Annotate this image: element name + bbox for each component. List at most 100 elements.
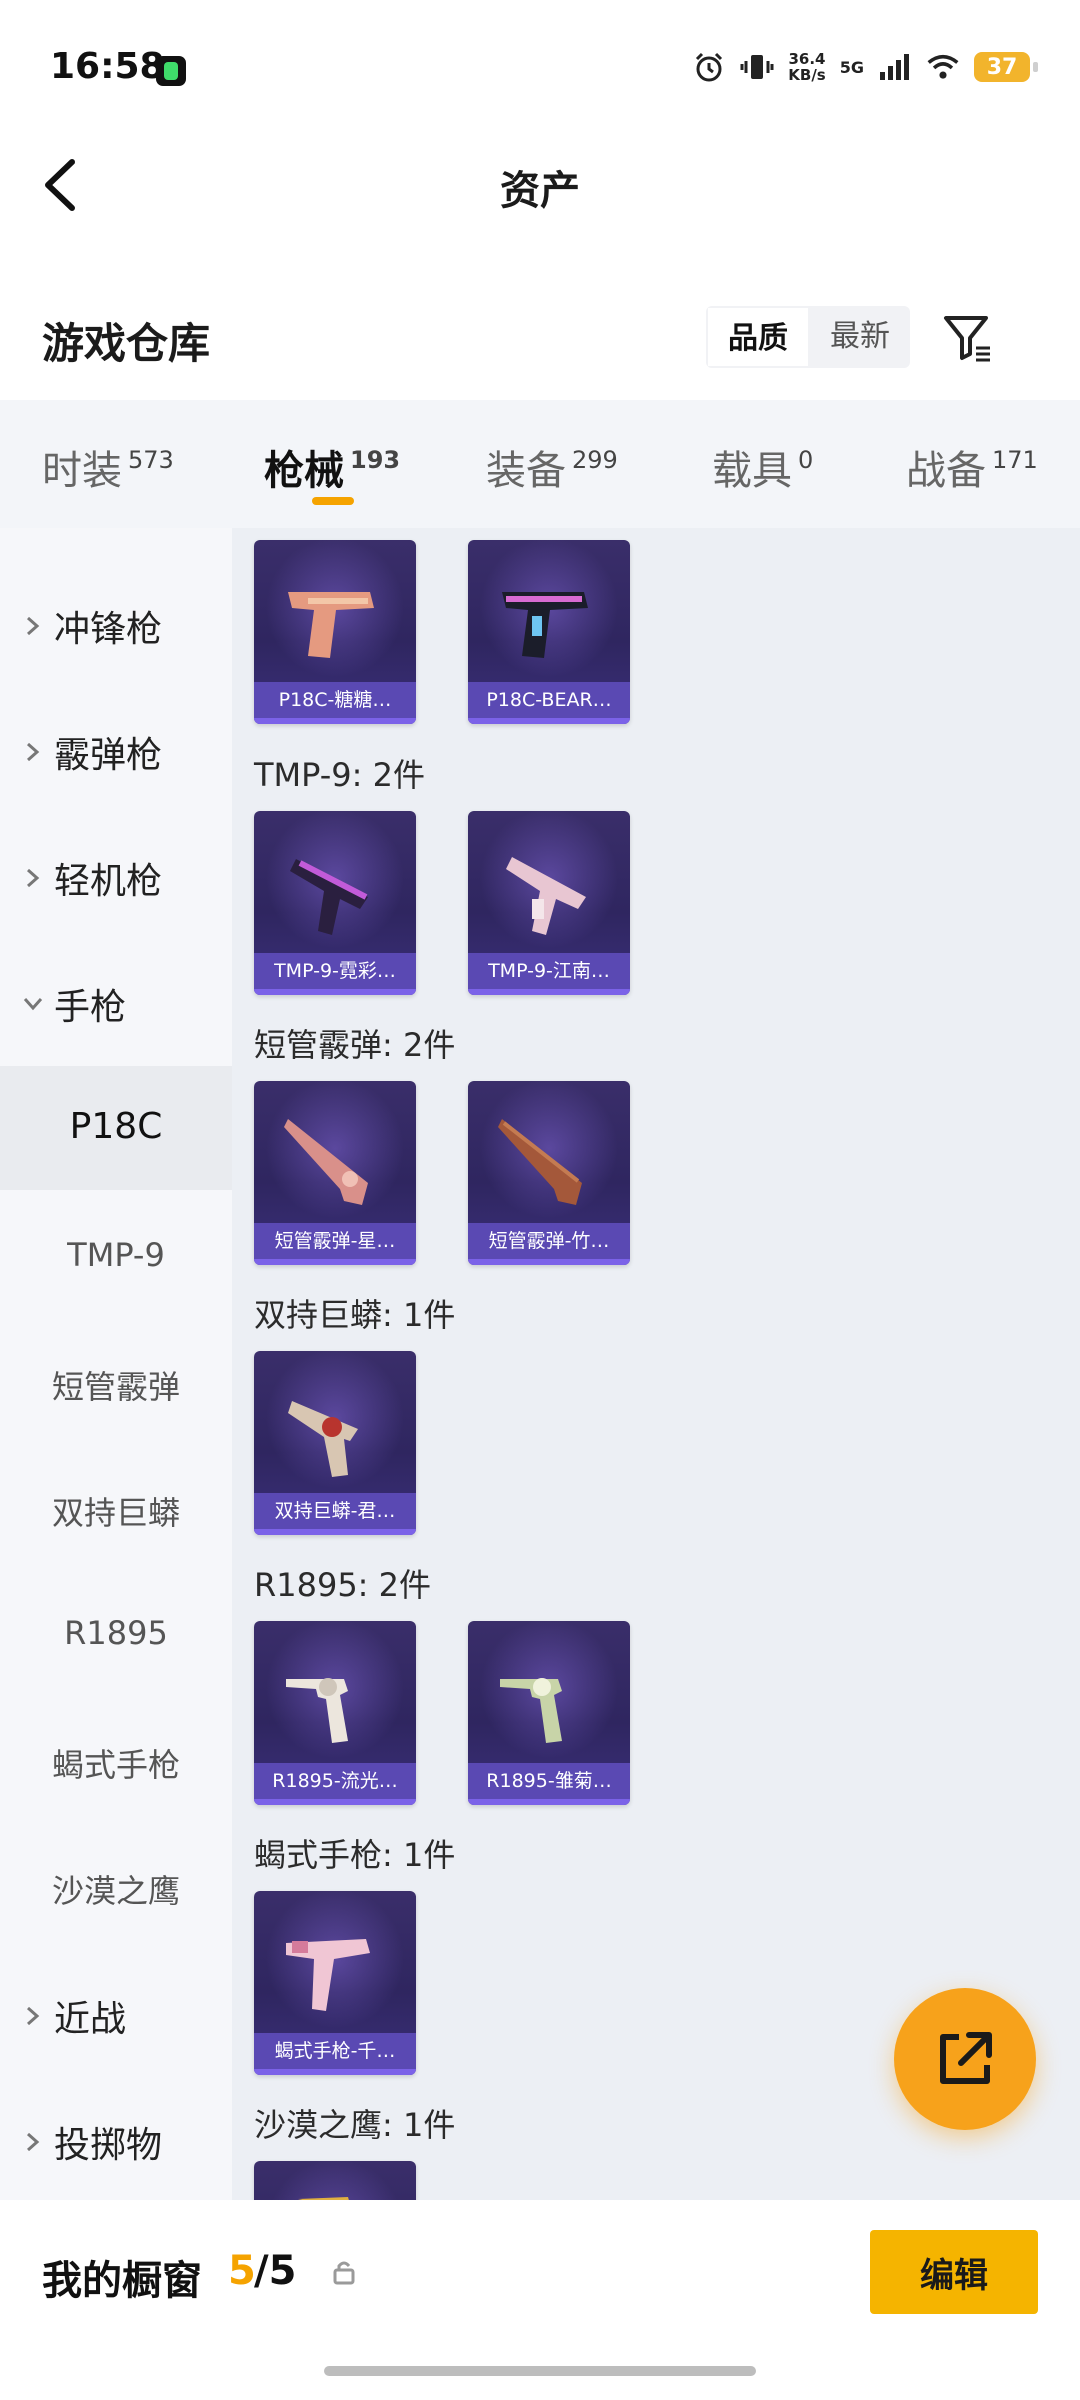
sort-newest-button[interactable]: 最新	[810, 306, 910, 368]
pistol-icon	[288, 592, 374, 658]
weapon-name: P18C-BEAR…	[468, 682, 630, 718]
smg-icon	[286, 1939, 370, 2011]
external-link-icon	[940, 2032, 992, 2084]
weapon-name: R1895-流光…	[254, 1763, 416, 1799]
weapon-card[interactable]: P18C-糖糖…	[254, 540, 416, 724]
tab-label: 时装	[42, 448, 122, 494]
shotgun-icon	[284, 1119, 368, 1205]
active-tab-indicator	[312, 497, 354, 505]
sidebar-group-label: 冲锋枪	[54, 609, 163, 650]
group-label: TMP-9: 2件	[254, 756, 425, 794]
weapon-card[interactable]: 短管霰弹-星…	[254, 1081, 416, 1265]
tab-guns[interactable]: 枪械 193	[264, 438, 400, 496]
tab-vehicles[interactable]: 载具 0	[712, 438, 813, 496]
rarity-bar	[254, 1799, 416, 1805]
chevron-down-icon	[20, 991, 46, 1017]
weapon-card[interactable]: 蝎式手枪-千…	[254, 1891, 416, 2075]
wifi-icon	[926, 50, 960, 84]
weapon-card[interactable]	[254, 2161, 416, 2200]
sort-quality-button[interactable]: 品质	[706, 306, 810, 368]
sidebar-item-r1895[interactable]: R1895	[0, 1614, 232, 1652]
tab-label: 枪械	[264, 448, 344, 494]
home-indicator[interactable]	[324, 2366, 756, 2376]
network-type: 5G	[839, 57, 864, 77]
group-label: R1895: 2件	[254, 1566, 431, 1604]
smg-icon	[290, 859, 368, 935]
edit-button[interactable]: 编辑	[870, 2230, 1038, 2314]
weapon-name: 短管霰弹-星…	[254, 1223, 416, 1259]
weapon-card[interactable]: P18C-BEAR…	[468, 540, 630, 724]
weapon-card[interactable]: TMP-9-霓彩…	[254, 811, 416, 995]
rarity-bar	[254, 1259, 416, 1265]
sidebar-group-melee[interactable]: 近战	[20, 1990, 126, 2042]
group-label: 蝎式手枪: 1件	[254, 1836, 456, 1874]
group-label: 沙漠之鹰: 1件	[254, 2106, 456, 2144]
net-speed-unit: KB/s	[788, 66, 826, 84]
sidebar-group-pistol[interactable]: 手枪	[20, 978, 126, 1030]
net-speed-value: 36.4	[788, 50, 826, 68]
sidebar-item-desert-eagle[interactable]: 沙漠之鹰	[0, 1866, 232, 1912]
weapon-card[interactable]: 双持巨蟒-君…	[254, 1351, 416, 1535]
rarity-bar	[254, 718, 416, 724]
tab-count: 573	[128, 446, 174, 474]
lock-icon	[330, 2258, 358, 2286]
tab-count: 193	[350, 446, 401, 474]
sidebar-group-label: 近战	[54, 1999, 127, 2040]
sidebar-group-shotgun[interactable]: 霰弹枪	[20, 726, 162, 778]
weapon-grid: P18C-糖糖… P18C-BEAR… TMP-9: 2件 TMP-9-霓彩… …	[232, 528, 1080, 2200]
weapon-name: TMP-9-霓彩…	[254, 953, 416, 989]
filter-button[interactable]	[940, 310, 996, 366]
weapon-name: TMP-9-江南…	[468, 953, 630, 989]
sidebar-item-scorpion[interactable]: 蝎式手枪	[0, 1740, 232, 1786]
rarity-bar	[468, 989, 630, 995]
filter-icon	[944, 316, 990, 362]
tab-equipment[interactable]: 装备 299	[486, 438, 618, 496]
rarity-bar	[468, 1259, 630, 1265]
rarity-bar	[254, 2069, 416, 2075]
pistol-icon	[502, 592, 588, 658]
chevron-right-icon	[20, 2003, 46, 2029]
weapon-name: 双持巨蟒-君…	[254, 1493, 416, 1529]
weapon-name: 蝎式手枪-千…	[254, 2033, 416, 2069]
weapon-name: P18C-糖糖…	[254, 682, 416, 718]
weapon-name: 短管霰弹-竹…	[468, 1223, 630, 1259]
sidebar-item-short-shotgun[interactable]: 短管霰弹	[0, 1362, 232, 1408]
status-time: 16:58	[50, 46, 165, 87]
tab-gear[interactable]: 战备 171	[906, 438, 1038, 496]
net-speed: 36.4 KB/s	[788, 51, 825, 83]
battery-indicator: 37	[974, 52, 1038, 82]
signal-icon	[878, 50, 912, 84]
share-fab[interactable]	[894, 1988, 1036, 2130]
sidebar-item-dual-python[interactable]: 双持巨蟒	[0, 1488, 232, 1534]
sidebar-item-tmp9[interactable]: TMP-9	[0, 1236, 232, 1274]
chevron-right-icon	[20, 865, 46, 891]
sidebar-group-lmg[interactable]: 轻机枪	[20, 852, 162, 904]
sidebar-group-smg[interactable]: 冲锋枪	[20, 600, 162, 652]
smg-icon	[506, 857, 586, 935]
chevron-right-icon	[20, 739, 46, 765]
tab-count: 171	[992, 446, 1038, 474]
showcase-used-count: 5	[228, 2248, 256, 2294]
weapon-card[interactable]: R1895-雏菊…	[468, 1621, 630, 1805]
rarity-bar	[468, 1799, 630, 1805]
tab-fashion[interactable]: 时装 573	[42, 438, 174, 496]
music-app-icon	[156, 56, 186, 86]
group-label: 双持巨蟒: 1件	[254, 1296, 456, 1334]
chevron-right-icon	[20, 2129, 46, 2155]
sidebar-item-p18c[interactable]: P18C	[0, 1106, 232, 1147]
tab-label: 载具	[712, 448, 792, 494]
revolver-icon	[286, 1678, 348, 1743]
weapon-card[interactable]: 短管霰弹-竹…	[468, 1081, 630, 1265]
sidebar-group-label: 投掷物	[54, 2125, 163, 2166]
page-title: 资产	[500, 168, 580, 214]
status-bar: 16:58 36.4 KB/s 5G 37	[0, 0, 1080, 130]
weapon-card[interactable]: R1895-流光…	[254, 1621, 416, 1805]
sidebar-group-throwables[interactable]: 投掷物	[20, 2116, 162, 2168]
pistol-icon	[298, 2197, 349, 2200]
sidebar-group-label: 轻机枪	[54, 861, 163, 902]
revolver-icon	[288, 1401, 358, 1477]
weapon-card[interactable]: TMP-9-江南…	[468, 811, 630, 995]
showcase-label: 我的橱窗	[42, 2258, 202, 2304]
shotgun-icon	[498, 1119, 582, 1205]
tab-count: 299	[572, 446, 618, 474]
